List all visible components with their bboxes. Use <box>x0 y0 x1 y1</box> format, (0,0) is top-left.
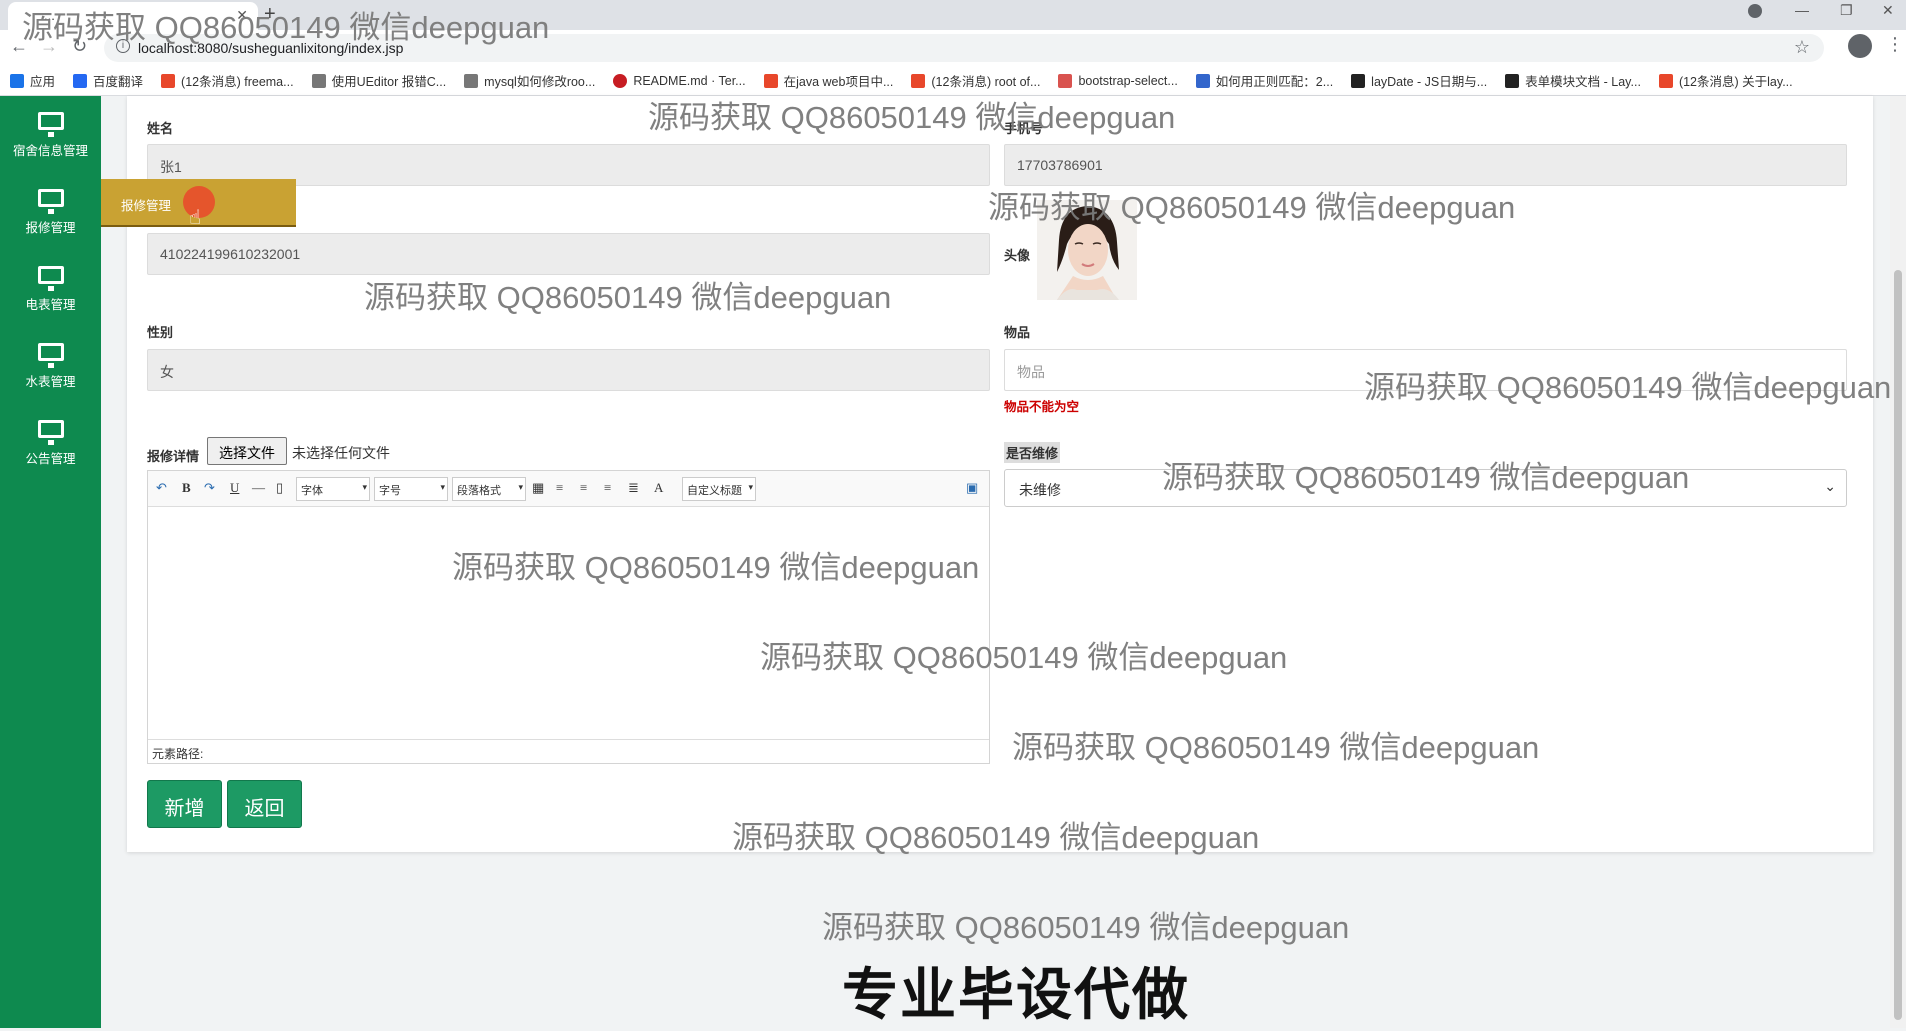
hand-cursor-icon: ☝ <box>189 207 202 229</box>
watermark-text: 源码获取 QQ86050149 微信deepguan <box>1012 730 1540 765</box>
profile-dropdown-icon[interactable] <box>1748 4 1762 18</box>
page-icon[interactable]: ▯ <box>276 480 283 496</box>
avatar-label: 头像 <box>1004 248 1031 263</box>
bookmark-item[interactable]: (12条消息) 关于lay... <box>1658 71 1793 90</box>
back-button[interactable]: 返回 <box>227 780 302 828</box>
item-label: 物品 <box>1004 325 1031 340</box>
custom-title-select[interactable]: 自定义标题 <box>682 477 756 501</box>
restore-icon[interactable]: ❐ <box>1840 2 1853 19</box>
align-justify-icon[interactable]: ≣ <box>628 480 639 496</box>
sidebar: 宿舍信息管理 报修管理 电表管理 水表管理 公告管理 <box>0 96 101 1028</box>
fullscreen-icon[interactable]: ▣ <box>966 480 978 496</box>
gender-input[interactable]: 女 <box>147 349 990 391</box>
baidu-icon <box>1195 73 1210 88</box>
editor-element-path: 元素路径: <box>148 739 989 763</box>
bold-button[interactable]: B <box>182 480 191 496</box>
bookmark-item[interactable]: bootstrap-select... <box>1058 73 1178 88</box>
sidebar-item-notice[interactable]: 公告管理 <box>0 404 101 480</box>
watermark-text: 源码获取 QQ86050149 微信deepguan <box>648 100 1176 135</box>
csdn-icon <box>763 73 778 88</box>
paragraph-select[interactable]: 段落格式 <box>452 477 526 501</box>
layui-icon <box>1505 73 1520 88</box>
bookmark-item[interactable]: 表单模块文档 - Lay... <box>1505 71 1641 90</box>
bookmark-item[interactable]: layDate - JS日期与... <box>1351 71 1487 90</box>
horizontal-rule-icon[interactable]: — <box>252 480 265 496</box>
monitor-icon <box>37 112 64 137</box>
align-center-icon[interactable]: ≡ <box>580 480 587 496</box>
promo-watermark: 专业毕设代做 <box>842 963 1190 1028</box>
idcard-input[interactable]: 410224199610232001 <box>147 233 990 275</box>
repaired-label: 是否维修 <box>1004 442 1061 463</box>
watermark-text: 源码获取 QQ86050149 微信deepguan <box>1364 370 1892 405</box>
translate-icon <box>73 73 88 88</box>
add-button[interactable]: 新增 <box>147 780 222 828</box>
monitor-icon <box>37 343 64 368</box>
gitee-icon <box>613 73 628 88</box>
watermark-text: 源码获取 QQ86050149 微信deepguan <box>822 910 1350 945</box>
sidebar-item-electric-meter[interactable]: 电表管理 <box>0 250 101 326</box>
csdn-icon <box>911 73 926 88</box>
account-icon[interactable] <box>1848 34 1872 58</box>
repaired-value: 未维修 <box>1019 482 1061 498</box>
csdn-icon <box>1658 73 1673 88</box>
bookmark-item[interactable]: 应用 <box>10 71 55 90</box>
file-status: 未选择任何文件 <box>292 445 390 461</box>
watermark-text: 源码获取 QQ86050149 微信deepguan <box>1162 460 1690 495</box>
monitor-icon <box>37 266 64 291</box>
undo-icon[interactable]: ↶ <box>156 480 167 496</box>
align-right-icon[interactable]: ≡ <box>604 480 611 496</box>
bookmark-star-icon[interactable]: ☆ <box>1794 37 1810 58</box>
scrollbar-thumb[interactable] <box>1894 270 1902 1020</box>
bookmark-item[interactable]: 使用UEditor 报错C... <box>311 71 446 90</box>
csdn-icon <box>161 73 176 88</box>
choose-file-button[interactable]: 选择文件 <box>207 437 287 465</box>
site-icon <box>311 73 326 88</box>
detail-label: 报修详情 <box>147 449 200 464</box>
watermark-text: 源码获取 QQ86050149 微信deepguan <box>760 640 1288 675</box>
minimize-icon[interactable]: — <box>1795 2 1809 18</box>
name-label: 姓名 <box>147 121 174 136</box>
phone-input[interactable]: 17703786901 <box>1004 144 1847 186</box>
watermark-text: 源码获取 QQ86050149 微信deepguan <box>988 190 1516 225</box>
bookmark-item[interactable]: mysql如何修改roo... <box>464 71 595 90</box>
bookmark-item[interactable]: 百度翻译 <box>73 71 143 90</box>
chevron-down-icon: ⌄ <box>1824 478 1836 494</box>
rich-text-editor[interactable]: ↶ B ↷ U — ▯ 字体 字号 段落格式 ▦ ≡ ≡ ≡ ≣ A 自定义标题… <box>147 470 990 764</box>
site-icon <box>464 73 479 88</box>
site-icon <box>1058 73 1073 88</box>
sidebar-item-water-meter[interactable]: 水表管理 <box>0 327 101 403</box>
font-select[interactable]: 字体 <box>296 477 370 501</box>
underline-button[interactable]: U <box>230 480 239 496</box>
watermark-text: 源码获取 QQ86050149 微信deepguan <box>732 820 1260 855</box>
layui-icon <box>1351 73 1366 88</box>
watermark-text: 源码获取 QQ86050149 微信deepguan <box>22 10 550 45</box>
bookmark-item[interactable]: README.md · Ter... <box>613 73 746 88</box>
editor-toolbar: ↶ B ↷ U — ▯ 字体 字号 段落格式 ▦ ≡ ≡ ≡ ≣ A 自定义标题… <box>148 471 989 507</box>
bookmark-item[interactable]: (12条消息) root of... <box>911 71 1040 90</box>
close-window-icon[interactable]: ✕ <box>1882 2 1894 19</box>
sidebar-item-repair[interactable]: 报修管理 <box>0 173 101 249</box>
watermark-text: 源码获取 QQ86050149 微信deepguan <box>452 550 980 585</box>
browser-menu-icon[interactable]: ⋮ <box>1886 34 1904 55</box>
align-left-icon[interactable]: ≡ <box>556 480 563 496</box>
table-icon[interactable]: ▦ <box>532 480 544 496</box>
monitor-icon <box>37 189 64 214</box>
apps-grid-icon <box>10 73 24 88</box>
bookmark-item[interactable]: 在java web项目中... <box>763 71 893 90</box>
sidebar-item-dorm-info[interactable]: 宿舍信息管理 <box>0 96 101 172</box>
monitor-icon <box>37 420 64 445</box>
gender-label: 性别 <box>147 325 174 340</box>
item-error: 物品不能为空 <box>1004 400 1080 414</box>
watermark-text: 源码获取 QQ86050149 微信deepguan <box>364 280 892 315</box>
bookmark-item[interactable]: (12条消息) freema... <box>161 71 294 90</box>
redo-icon[interactable]: ↷ <box>204 480 215 496</box>
font-size-select[interactable]: 字号 <box>374 477 448 501</box>
bookmark-item[interactable]: 如何用正则匹配：2... <box>1195 71 1333 90</box>
font-color-button[interactable]: A <box>654 480 663 496</box>
